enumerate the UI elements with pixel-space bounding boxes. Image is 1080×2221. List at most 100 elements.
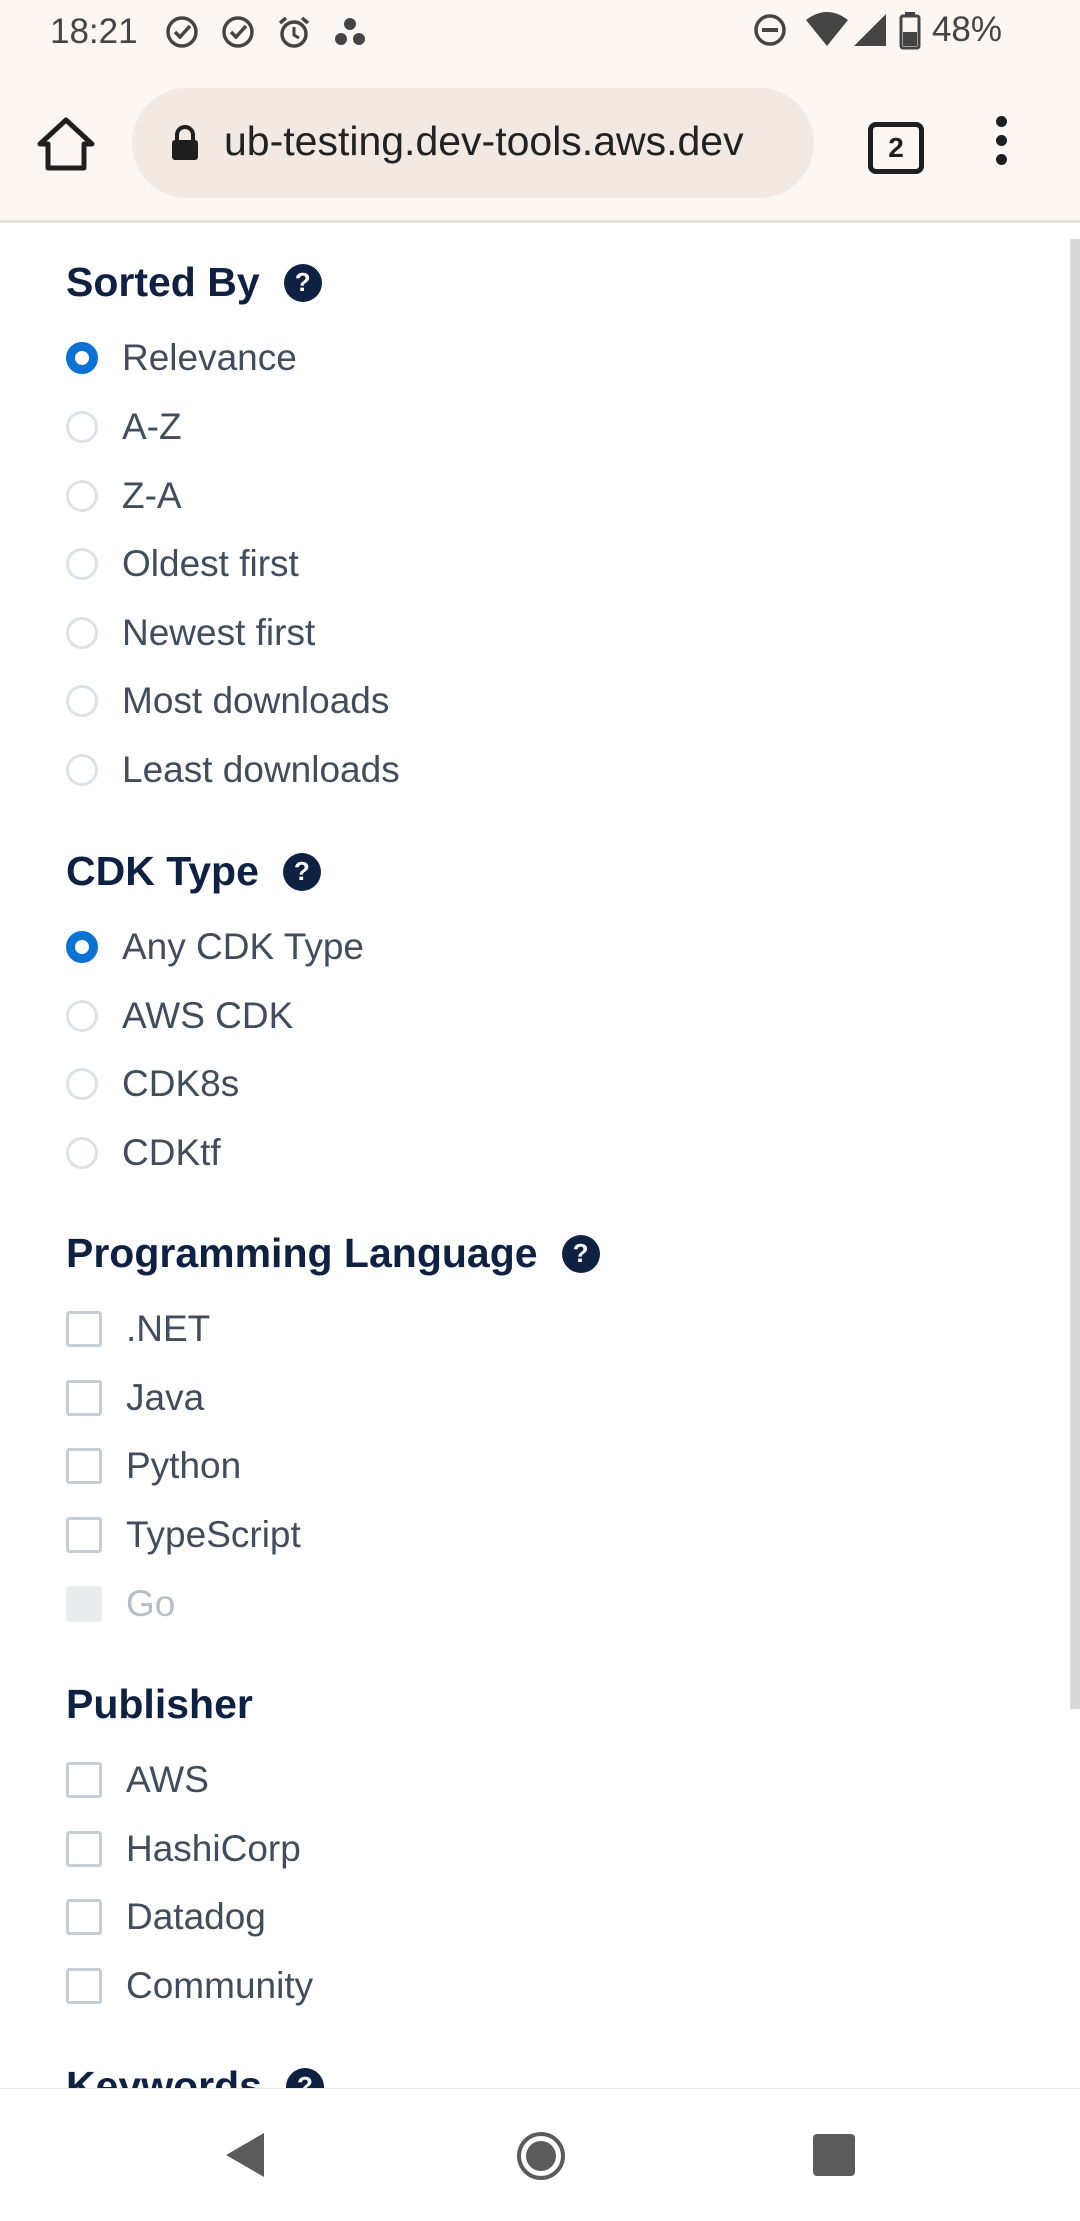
cdk-option-aws-cdk[interactable]: AWS CDK (66, 995, 293, 1037)
cdk-type-title: CDK Type (66, 848, 259, 894)
checkbox[interactable] (66, 1311, 102, 1347)
browser-toolbar: ub-testing.dev-tools.aws.dev 2 (0, 66, 1080, 220)
alarm-icon (278, 16, 310, 48)
checkbox[interactable] (66, 1831, 102, 1867)
url-text[interactable]: ub-testing.dev-tools.aws.dev (224, 118, 794, 165)
checkbox-disabled (66, 1586, 102, 1622)
checkbox[interactable] (66, 1968, 102, 2004)
sorted-by-title: Sorted By (66, 259, 260, 305)
status-time: 18:21 (50, 12, 138, 51)
cdk-type-heading: CDK Type ? (66, 848, 321, 895)
filter-panel: Sorted By ? Relevance A-Z Z-A Oldest fir… (0, 223, 1080, 2088)
keywords-title: Keywords (66, 2063, 262, 2088)
cdk-option-any[interactable]: Any CDK Type (66, 926, 364, 968)
programming-language-title: Programming Language (66, 1230, 538, 1276)
help-icon[interactable]: ? (282, 852, 321, 891)
sorted-by-heading: Sorted By ? (66, 259, 322, 306)
option-label: A-Z (122, 406, 182, 447)
battery-icon (899, 12, 921, 50)
option-label: HashiCorp (126, 1828, 301, 1869)
status-icons-right: 48% (750, 10, 1080, 50)
home-icon[interactable] (36, 114, 96, 174)
home-nav-icon[interactable] (516, 2131, 566, 2181)
sort-option-z-a[interactable]: Z-A (66, 475, 182, 517)
option-label: AWS (126, 1759, 209, 1800)
sort-option-a-z[interactable]: A-Z (66, 406, 182, 448)
publisher-option-community[interactable]: Community (66, 1965, 313, 2007)
publisher-heading: Publisher (66, 1681, 253, 1728)
radio-button[interactable] (66, 931, 98, 963)
option-label: Go (126, 1583, 176, 1624)
help-icon[interactable]: ? (561, 1234, 600, 1273)
checkbox[interactable] (66, 1380, 102, 1416)
tab-switcher-button[interactable]: 2 (868, 122, 924, 174)
check-circle-icon (222, 16, 254, 48)
recent-apps-icon[interactable] (813, 2134, 855, 2176)
option-label: Python (126, 1445, 242, 1486)
radio-button[interactable] (66, 1068, 98, 1100)
radio-button[interactable] (66, 342, 98, 374)
option-label: .NET (126, 1308, 211, 1349)
option-label: Community (126, 1965, 314, 2006)
keywords-heading: Keywords ? (66, 2063, 324, 2088)
option-label: CDK8s (122, 1063, 240, 1104)
sort-option-newest-first[interactable]: Newest first (66, 612, 315, 654)
wifi-icon (805, 12, 848, 46)
language-option-dotnet[interactable]: .NET (66, 1308, 210, 1350)
signal-icon (853, 14, 886, 46)
system-nav-bar (0, 2088, 1080, 2221)
radio-button[interactable] (66, 480, 98, 512)
publisher-title: Publisher (66, 1681, 253, 1727)
url-bar[interactable]: ub-testing.dev-tools.aws.dev (132, 88, 814, 198)
radio-button[interactable] (66, 685, 98, 717)
scrollbar[interactable] (1070, 239, 1080, 1709)
language-option-python[interactable]: Python (66, 1445, 241, 1487)
sort-option-oldest-first[interactable]: Oldest first (66, 543, 299, 585)
assistant-icon (335, 18, 365, 45)
battery-percent: 48% (931, 10, 1002, 49)
do-not-disturb-icon (754, 14, 786, 46)
option-label: AWS CDK (122, 995, 294, 1036)
programming-language-heading: Programming Language ? (66, 1230, 600, 1277)
radio-button[interactable] (66, 411, 98, 443)
option-label: Least downloads (122, 749, 400, 790)
option-label: Any CDK Type (122, 926, 364, 967)
help-icon[interactable]: ? (285, 2067, 324, 2088)
radio-button[interactable] (66, 754, 98, 786)
option-label: Z-A (122, 475, 182, 516)
option-label: TypeScript (126, 1514, 301, 1555)
sort-option-least-downloads[interactable]: Least downloads (66, 749, 400, 791)
option-label: Java (126, 1377, 205, 1418)
option-label: Datadog (126, 1896, 266, 1937)
status-bar: 18:21 48% (0, 0, 1080, 66)
sort-option-most-downloads[interactable]: Most downloads (66, 680, 389, 722)
option-label: Oldest first (122, 543, 299, 584)
checkbox[interactable] (66, 1517, 102, 1553)
option-label: Relevance (122, 337, 297, 378)
checkbox[interactable] (66, 1899, 102, 1935)
check-circle-icon (166, 16, 198, 48)
option-label: CDKtf (122, 1132, 221, 1173)
cdk-option-cdktf[interactable]: CDKtf (66, 1132, 221, 1174)
back-icon[interactable] (222, 2129, 268, 2181)
radio-button[interactable] (66, 1137, 98, 1169)
checkbox[interactable] (66, 1762, 102, 1798)
publisher-option-hashicorp[interactable]: HashiCorp (66, 1828, 301, 1870)
language-option-java[interactable]: Java (66, 1377, 204, 1419)
status-icons-left (164, 14, 368, 50)
publisher-option-datadog[interactable]: Datadog (66, 1896, 266, 1938)
sort-option-relevance[interactable]: Relevance (66, 337, 297, 379)
cdk-option-cdk8s[interactable]: CDK8s (66, 1063, 239, 1105)
radio-button[interactable] (66, 1000, 98, 1032)
radio-button[interactable] (66, 617, 98, 649)
checkbox[interactable] (66, 1448, 102, 1484)
more-menu-icon[interactable] (986, 116, 1016, 176)
option-label: Newest first (122, 612, 316, 653)
language-option-typescript[interactable]: TypeScript (66, 1514, 301, 1556)
publisher-option-aws[interactable]: AWS (66, 1759, 209, 1801)
option-label: Most downloads (122, 680, 390, 721)
lock-icon[interactable] (170, 124, 200, 162)
radio-button[interactable] (66, 548, 98, 580)
help-icon[interactable]: ? (283, 263, 322, 302)
language-option-go: Go (66, 1583, 175, 1625)
